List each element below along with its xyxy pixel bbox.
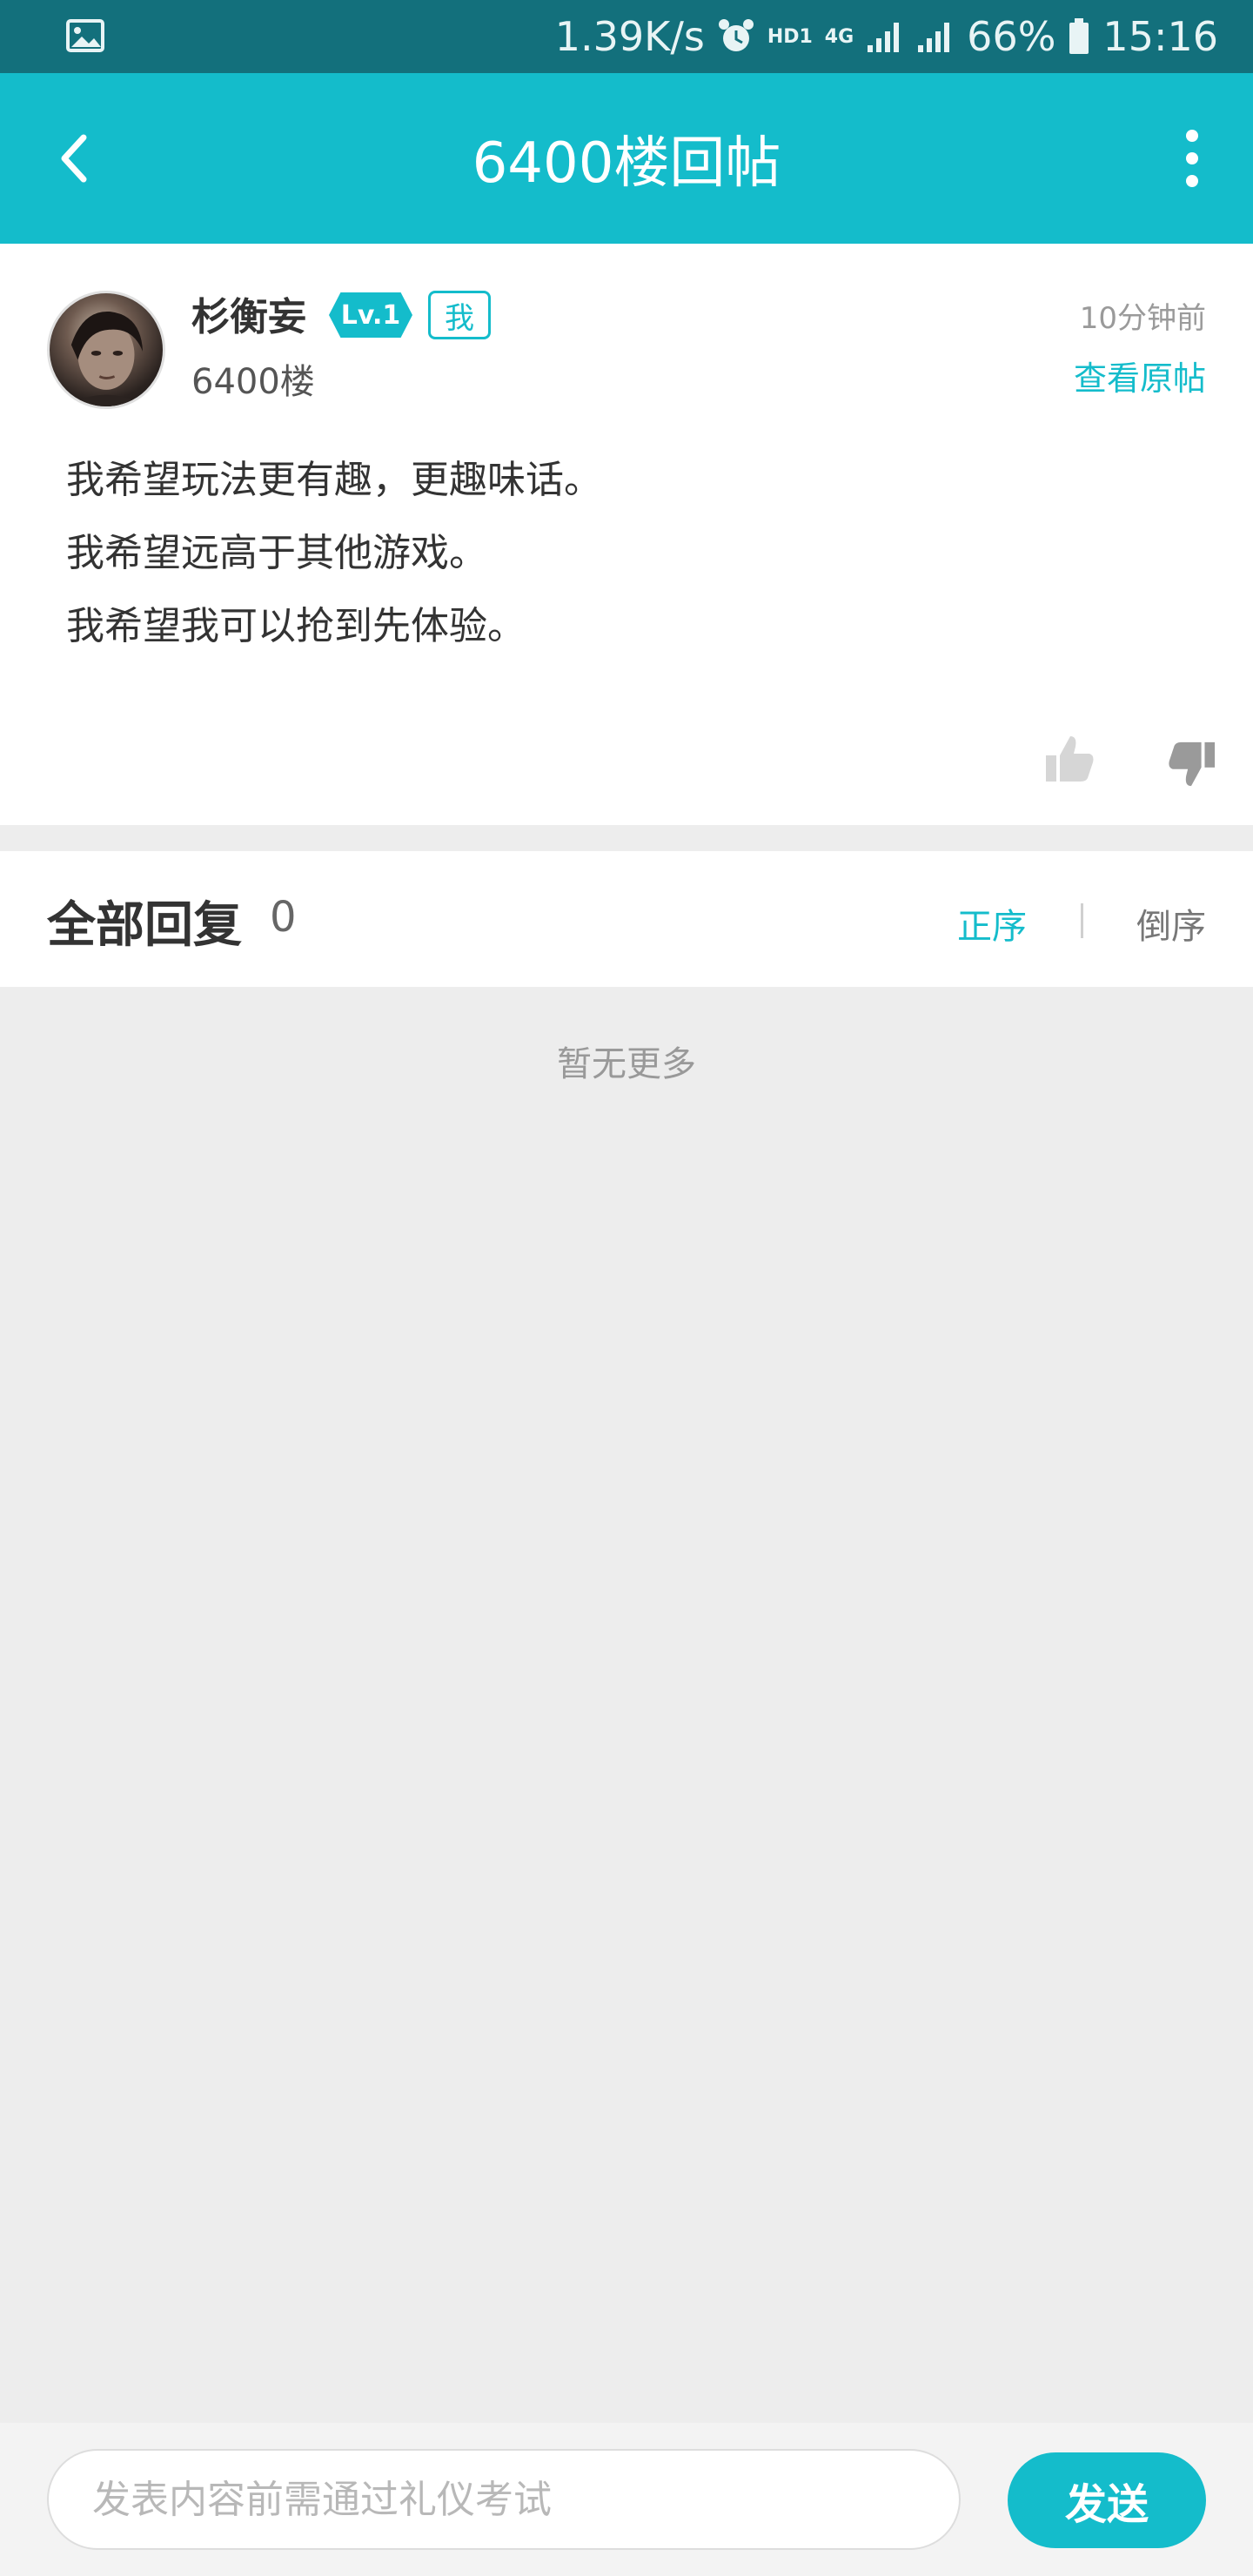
post-time: 10分钟前 <box>1079 301 1206 336</box>
sort-descending-button[interactable]: 倒序 <box>1136 898 1206 949</box>
battery-percent: 66% <box>967 13 1056 60</box>
post-content: 我希望玩法更有趣，更趣味话。 我希望远高于其他游戏。 我希望我可以抢到先体验。 <box>66 444 1197 663</box>
view-original-link[interactable]: 查看原帖 <box>1074 352 1206 399</box>
gallery-icon <box>66 19 104 52</box>
thumbs-down-icon[interactable] <box>1166 738 1216 790</box>
sort-ascending-button[interactable]: 正序 <box>957 898 1027 949</box>
sort-divider <box>1081 903 1083 938</box>
status-bar: 1.39K/s HD1 4G 66% 15:16 <box>0 0 1253 73</box>
page-title: 6400楼回帖 <box>472 131 781 196</box>
floor-number: 6400楼 <box>191 362 315 402</box>
net-speed: 1.39K/s <box>554 13 705 60</box>
app-bar: 6400楼回帖 <box>0 73 1253 244</box>
comment-input[interactable] <box>47 2449 961 2550</box>
send-button[interactable]: 发送 <box>1008 2452 1206 2548</box>
more-options-icon[interactable] <box>1166 122 1218 195</box>
level-badge: Lv.1 <box>329 292 412 338</box>
signal-icon <box>868 23 900 52</box>
empty-state-text: 暂无更多 <box>557 1044 696 1084</box>
me-badge: 我 <box>428 291 491 339</box>
signal-icon-2 <box>918 23 950 52</box>
thumbs-up-icon[interactable] <box>1044 733 1096 785</box>
status-right: 1.39K/s HD1 4G 66% 15:16 <box>555 0 1218 73</box>
avatar[interactable] <box>47 291 165 409</box>
clock: 15:16 <box>1102 13 1218 60</box>
content-line: 我希望我可以抢到先体验。 <box>66 604 526 648</box>
replies-header: 全部回复 0 正序 倒序 <box>0 851 1253 987</box>
alarm-icon <box>718 19 754 51</box>
replies-count: 0 <box>270 893 297 942</box>
post-card: 杉衡妄 Lv.1 我 6400楼 10分钟前 查看原帖 我希望玩法更有趣，更趣味… <box>0 244 1253 825</box>
hd-indicator: HD1 <box>767 25 813 48</box>
replies-title: 全部回复 <box>47 897 242 954</box>
bottom-bar: 发送 <box>0 2423 1253 2576</box>
network-type: 4G <box>824 25 854 48</box>
battery-icon <box>1069 18 1089 54</box>
username[interactable]: 杉衡妄 <box>191 285 306 341</box>
content-line: 我希望玩法更有趣，更趣味话。 <box>66 458 602 502</box>
content-line: 我希望远高于其他游戏。 <box>66 531 487 575</box>
